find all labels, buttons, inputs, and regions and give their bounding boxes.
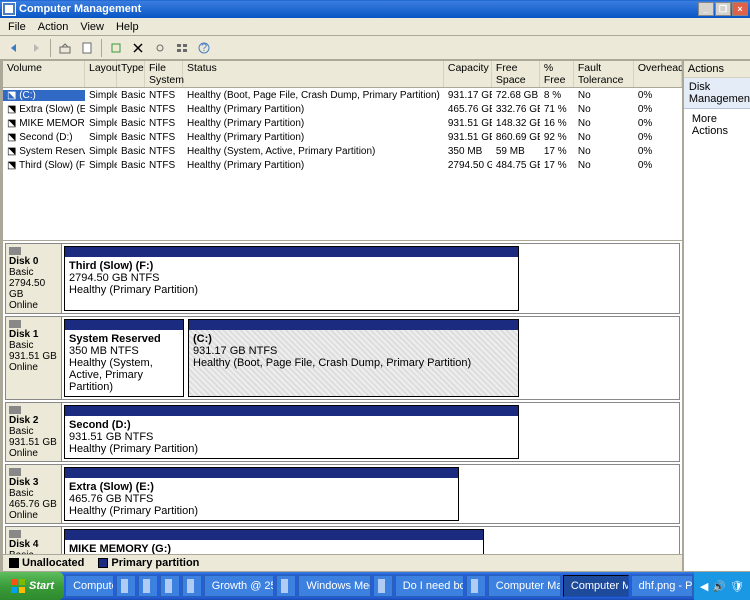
- volume-row[interactable]: ⬔ Extra (Slow) (E:)SimpleBasicNTFSHealth…: [3, 102, 682, 116]
- taskbar-task[interactable]: Windows Media…: [298, 575, 370, 597]
- actions-pane: Actions Disk Management ▲ More Actions ▸: [683, 60, 750, 572]
- col-freespace[interactable]: Free Space: [492, 61, 540, 87]
- taskbar-task[interactable]: [160, 575, 180, 597]
- title-bar: Computer Management _ ❐ ×: [0, 0, 750, 18]
- menu-action[interactable]: Action: [32, 20, 75, 34]
- taskbar-task[interactable]: [373, 575, 393, 597]
- taskbar-task[interactable]: [276, 575, 296, 597]
- menu-view[interactable]: View: [74, 20, 110, 34]
- taskbar-task[interactable]: Computer Mana…: [488, 575, 561, 597]
- back-button[interactable]: [4, 38, 24, 58]
- toolbar: ?: [0, 36, 750, 60]
- actions-header: Actions: [684, 61, 750, 78]
- disk-info[interactable]: Disk 4Basic931.51 GBOnline: [6, 527, 62, 554]
- volume-list[interactable]: Volume Layout Type File System Status Ca…: [3, 61, 682, 241]
- tray-icon[interactable]: 🔊: [712, 580, 726, 593]
- disk-row[interactable]: Disk 0Basic2794.50 GBOnline Third (Slow)…: [5, 243, 680, 314]
- refresh-button[interactable]: [106, 38, 126, 58]
- taskbar-task[interactable]: Do I need both…: [395, 575, 464, 597]
- col-filesystem[interactable]: File System: [145, 61, 183, 87]
- tray-icon[interactable]: 🛡: [730, 580, 744, 593]
- window-title: Computer Management: [19, 3, 141, 15]
- volume-row[interactable]: ⬔ MIKE MEMORY (G:)SimpleBasicNTFSHealthy…: [3, 116, 682, 130]
- actions-section[interactable]: Disk Management ▲: [684, 78, 750, 109]
- partition[interactable]: MIKE MEMORY (G:)931.51 GB NTFSHealthy (P…: [64, 529, 484, 554]
- start-button[interactable]: Start: [0, 572, 64, 600]
- col-volume[interactable]: Volume: [3, 61, 85, 87]
- partition[interactable]: Third (Slow) (F:)2794.50 GB NTFSHealthy …: [64, 246, 519, 311]
- disk-graphical-view[interactable]: Disk 0Basic2794.50 GBOnline Third (Slow)…: [3, 241, 682, 554]
- properties-button[interactable]: [77, 38, 97, 58]
- disk-info[interactable]: Disk 2Basic931.51 GBOnline: [6, 403, 62, 461]
- disk-row[interactable]: Disk 3Basic465.76 GBOnline Extra (Slow) …: [5, 464, 680, 524]
- help-icon[interactable]: ?: [194, 38, 214, 58]
- volume-list-header[interactable]: Volume Layout Type File System Status Ca…: [3, 61, 682, 88]
- system-tray[interactable]: ◀ 🔊 🛡: [694, 572, 750, 600]
- disk-row[interactable]: Disk 2Basic931.51 GBOnline Second (D:)93…: [5, 402, 680, 462]
- col-fault[interactable]: Fault Tolerance: [574, 61, 634, 87]
- volume-row[interactable]: ⬔ Third (Slow) (F:)SimpleBasicNTFSHealth…: [3, 158, 682, 172]
- disk-row[interactable]: Disk 1Basic931.51 GBOnline System Reserv…: [5, 316, 680, 400]
- disk-info[interactable]: Disk 0Basic2794.50 GBOnline: [6, 244, 62, 313]
- tray-icon[interactable]: ◀: [700, 580, 708, 593]
- disk-info[interactable]: Disk 3Basic465.76 GBOnline: [6, 465, 62, 523]
- taskbar-task[interactable]: Growth @ 25%…: [204, 575, 275, 597]
- col-pctfree[interactable]: % Free: [540, 61, 574, 87]
- volume-row[interactable]: ⬔ Second (D:)SimpleBasicNTFSHealthy (Pri…: [3, 130, 682, 144]
- col-status[interactable]: Status: [183, 61, 444, 87]
- legend-primary-label: Primary partition: [111, 557, 199, 569]
- view-icon[interactable]: [172, 38, 192, 58]
- windows-logo-icon: [10, 578, 26, 594]
- up-button[interactable]: [55, 38, 75, 58]
- taskbar-task[interactable]: [138, 575, 158, 597]
- col-capacity[interactable]: Capacity: [444, 61, 492, 87]
- volume-row[interactable]: ⬔ System ReservedSimpleBasicNTFSHealthy …: [3, 144, 682, 158]
- disk-info[interactable]: Disk 1Basic931.51 GBOnline: [6, 317, 62, 399]
- minimize-button[interactable]: _: [698, 2, 714, 16]
- partition[interactable]: Extra (Slow) (E:)465.76 GB NTFSHealthy (…: [64, 467, 459, 521]
- legend-unallocated-swatch: [9, 558, 19, 568]
- disk-management-content: Volume Layout Type File System Status Ca…: [2, 60, 683, 572]
- maximize-button[interactable]: ❐: [715, 2, 731, 16]
- disk-row[interactable]: Disk 4Basic931.51 GBOnline MIKE MEMORY (…: [5, 526, 680, 554]
- col-layout[interactable]: Layout: [85, 61, 117, 87]
- settings-icon[interactable]: [150, 38, 170, 58]
- menu-file[interactable]: File: [2, 20, 32, 34]
- col-type[interactable]: Type: [117, 61, 145, 87]
- delete-button[interactable]: [128, 38, 148, 58]
- taskbar-task[interactable]: dhf.png - Paint: [631, 575, 693, 597]
- taskbar-task[interactable]: [116, 575, 136, 597]
- more-actions[interactable]: More Actions ▸: [684, 109, 750, 141]
- legend-primary-swatch: [98, 558, 108, 568]
- taskbar-task[interactable]: Computer Ma…: [563, 575, 629, 597]
- partition[interactable]: System Reserved350 MB NTFSHealthy (Syste…: [64, 319, 184, 397]
- close-button[interactable]: ×: [732, 2, 748, 16]
- menu-help[interactable]: Help: [110, 20, 145, 34]
- taskbar-task[interactable]: Computer: [65, 575, 114, 597]
- taskbar-task[interactable]: [466, 575, 486, 597]
- forward-button[interactable]: [26, 38, 46, 58]
- volume-row[interactable]: ⬔ (C:)SimpleBasicNTFSHealthy (Boot, Page…: [3, 88, 682, 102]
- app-icon: [2, 2, 16, 16]
- taskbar[interactable]: Start Computer Growth @ 25%… Windows Media…: [0, 572, 750, 600]
- partition[interactable]: Second (D:)931.51 GB NTFSHealthy (Primar…: [64, 405, 519, 459]
- menu-bar: File Action View Help: [0, 18, 750, 36]
- legend-unallocated-label: Unallocated: [22, 557, 84, 569]
- svg-text:?: ?: [201, 42, 207, 54]
- col-overhead[interactable]: Overhead: [634, 61, 682, 87]
- taskbar-task[interactable]: [182, 575, 202, 597]
- partition[interactable]: (C:)931.17 GB NTFSHealthy (Boot, Page Fi…: [188, 319, 519, 397]
- legend: Unallocated Primary partition: [3, 554, 682, 571]
